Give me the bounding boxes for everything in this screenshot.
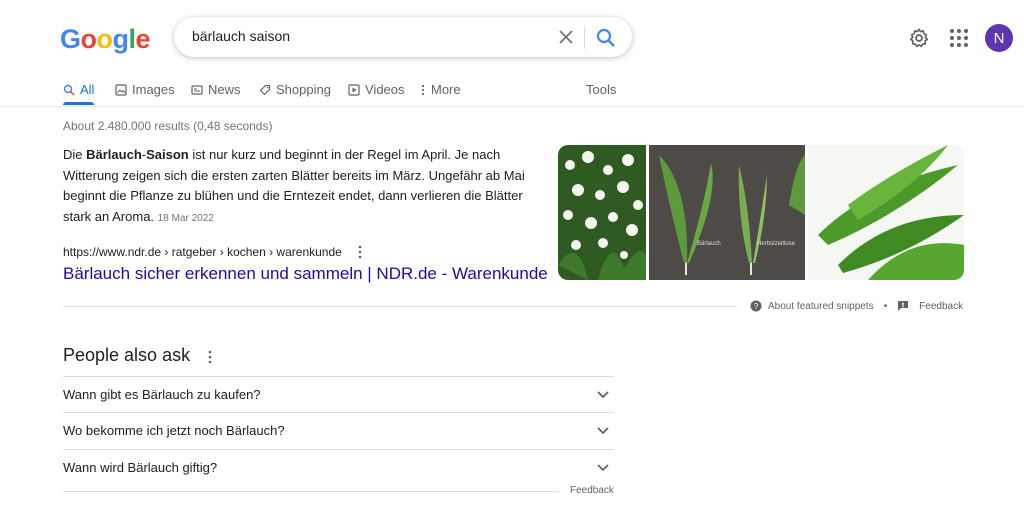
chevron-down-icon [597, 391, 609, 399]
tab-label: Images [132, 82, 175, 97]
feedback-icon[interactable] [897, 300, 909, 312]
featured-snippet-text: Die Bärlauch-Saison ist nur kurz und beg… [63, 145, 553, 229]
about-featured-snippets: ? About featured snippets • Feedback [750, 300, 963, 312]
feedback-link[interactable]: Feedback [919, 301, 963, 312]
tab-label: Videos [365, 82, 405, 97]
search-icon[interactable] [594, 26, 618, 50]
about-link[interactable]: About featured snippets [768, 301, 874, 312]
tab-label: All [80, 82, 95, 97]
tab-videos[interactable]: Videos [348, 82, 405, 97]
paa-question-text: Wann wird Bärlauch giftig? [63, 460, 218, 475]
tab-label: More [431, 82, 461, 97]
apps-grid-icon[interactable] [948, 27, 970, 49]
tabs-divider [0, 106, 1024, 107]
logo-letter: G [60, 24, 81, 54]
snippet-bold: Bärlauch [86, 147, 142, 162]
wild-garlic-flowers-image[interactable] [558, 145, 646, 280]
more-vert-icon[interactable] [204, 349, 216, 365]
snippet-divider [63, 306, 737, 307]
tab-images[interactable]: Images [115, 82, 175, 97]
paa-feedback-link[interactable]: Feedback [570, 485, 614, 496]
wild-garlic-comparison-image[interactable]: Bärlauch Herbstzeitlose [649, 145, 805, 280]
chevron-down-icon [597, 427, 609, 435]
chevron-down-icon [597, 464, 609, 472]
search-input[interactable] [192, 28, 552, 44]
tab-all[interactable]: All [63, 82, 94, 97]
more-vert-icon[interactable] [354, 244, 366, 260]
image-label-left: Bärlauch [697, 241, 721, 247]
result-url[interactable]: https://www.ndr.de › ratgeber › kochen ›… [63, 245, 342, 259]
search-icon [63, 84, 75, 96]
svg-text:?: ? [754, 302, 759, 311]
tab-shopping[interactable]: Shopping [259, 82, 331, 97]
people-also-ask-heading: People also ask [63, 345, 191, 365]
search-divider [584, 27, 585, 49]
more-vert-icon [421, 84, 425, 95]
snippet-images: Bärlauch Herbstzeitlose [558, 145, 964, 280]
tab-more[interactable]: More [420, 82, 461, 97]
wild-garlic-leaves-image[interactable] [808, 145, 964, 280]
help-icon[interactable]: ? [750, 300, 762, 312]
logo-letter: g [112, 24, 130, 54]
tab-label: Tools [586, 82, 617, 97]
snippet-bold: Saison [146, 147, 189, 162]
paa-divider [63, 491, 559, 492]
tag-icon [259, 84, 271, 95]
tab-tools[interactable]: Tools [586, 82, 616, 97]
google-logo[interactable]: Google [60, 24, 151, 55]
results-stats: About 2.480.000 results (0,48 seconds) [63, 119, 273, 133]
play-icon [348, 83, 360, 96]
image-icon [115, 83, 127, 96]
logo-letter: l [128, 24, 137, 54]
paa-question[interactable]: Wann gibt es Bärlauch zu kaufen? [63, 376, 614, 413]
paa-question-text: Wo bekomme ich jetzt noch Bärlauch? [63, 423, 285, 438]
paa-question-text: Wann gibt es Bärlauch zu kaufen? [63, 387, 261, 402]
snippet-date: 18 Mar 2022 [157, 212, 214, 224]
tab-label: Shopping [276, 82, 331, 97]
result-title-link[interactable]: Bärlauch sicher erkennen und sammeln | N… [63, 264, 548, 284]
avatar[interactable]: N [985, 24, 1013, 52]
snippet-text: Die [63, 147, 87, 162]
paa-question[interactable]: Wo bekomme ich jetzt noch Bärlauch? [63, 412, 614, 449]
tab-news[interactable]: News [191, 82, 241, 97]
image-label-right: Herbstzeitlose [757, 241, 796, 247]
logo-letter: e [135, 24, 151, 54]
bullet-separator: • [883, 300, 888, 312]
paa-question[interactable]: Wann wird Bärlauch giftig? [63, 449, 614, 486]
gear-icon[interactable] [908, 27, 930, 49]
logo-letter: o [96, 24, 114, 54]
tab-label: News [208, 82, 241, 97]
close-icon[interactable] [556, 27, 576, 47]
news-icon [191, 84, 203, 95]
logo-letter: o [80, 24, 98, 54]
active-tab-indicator [63, 102, 94, 105]
